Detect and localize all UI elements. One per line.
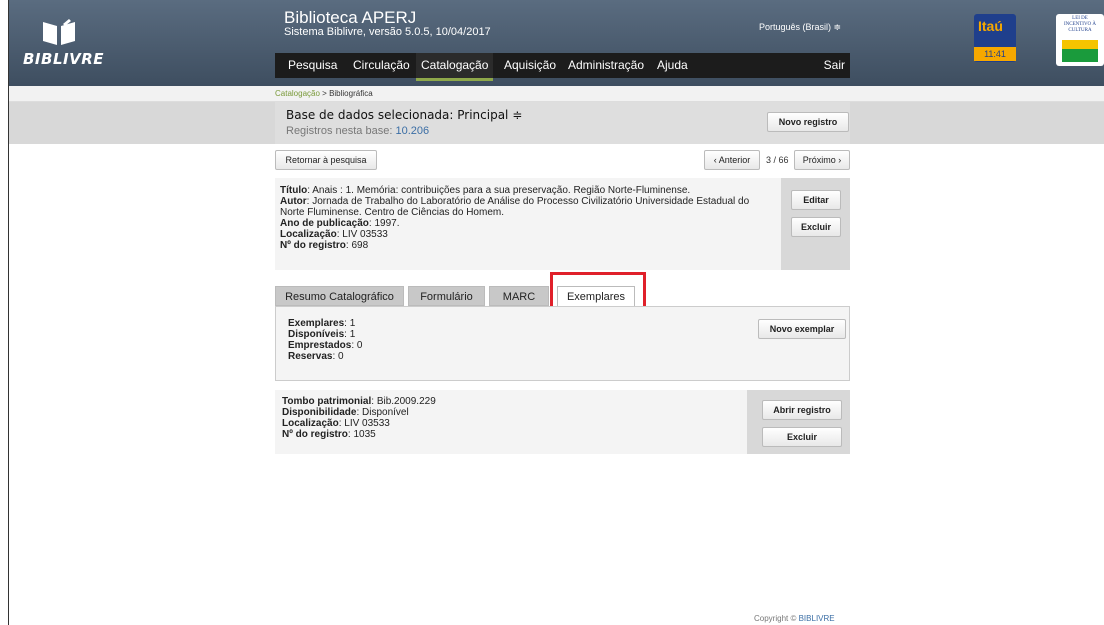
field-label: Autor <box>280 196 307 207</box>
field-label: Exemplares <box>288 318 345 329</box>
breadcrumb-link-catalogacao[interactable]: Catalogação <box>275 89 320 98</box>
tab-marc[interactable]: MARC <box>489 286 549 306</box>
field-value: : 0 <box>351 340 363 351</box>
reserves-line: Reservas: 0 <box>288 351 362 362</box>
field-value: : LIV 03533 <box>338 418 390 429</box>
field-value: : 1 <box>344 329 356 340</box>
field-label: Nº do registro <box>280 240 346 251</box>
summary-details: Exemplares: 1 Disponíveis: 1 Emprestados… <box>288 318 362 362</box>
previous-button[interactable]: ‹ Anterior <box>704 150 760 170</box>
field-label: Disponibilidade <box>282 407 357 418</box>
library-title: Biblioteca APERJ <box>284 8 417 27</box>
field-label: Tombo patrimonial <box>282 396 372 407</box>
record-panel: Título: Anais : 1. Memória: contribuiçõe… <box>275 178 850 270</box>
breadcrumb-current: Bibliográfica <box>329 89 373 98</box>
edit-button[interactable]: Editar <box>791 190 841 210</box>
next-button[interactable]: Próximo › <box>794 150 850 170</box>
biblivre-link[interactable]: BIBLIVRE <box>799 614 835 623</box>
language-select[interactable]: Português (Brasil) ≑ <box>759 22 841 33</box>
open-record-button[interactable]: Abrir registro <box>762 400 842 420</box>
record-title-line: Título: Anais : 1. Memória: contribuiçõe… <box>280 185 775 196</box>
flag-icon <box>1062 40 1098 62</box>
field-value: : LIV 03533 <box>336 229 388 240</box>
app-frame: BIBLIVRE Biblioteca APERJ Sistema Bibliv… <box>8 0 1104 625</box>
field-value: : Jornada de Trabalho do Laboratório de … <box>280 196 750 218</box>
field-label: Emprestados <box>288 340 352 351</box>
copies-summary: Exemplares: 1 Disponíveis: 1 Emprestados… <box>275 306 850 381</box>
main-nav: Pesquisa Circulação Catalogação Aquisiçã… <box>275 53 850 81</box>
nav-item-ajuda[interactable]: Ajuda <box>652 53 693 78</box>
delete-copy-button[interactable]: Excluir <box>762 427 842 447</box>
nav-item-circulacao[interactable]: Circulação <box>348 53 415 78</box>
nav-item-aquisicao[interactable]: Aquisição <box>499 53 561 78</box>
book-logo-icon <box>43 19 75 45</box>
logo-text[interactable]: BIBLIVRE <box>23 50 104 68</box>
field-value: : Anais : 1. Memória: contribuições para… <box>307 185 691 196</box>
field-value: : 698 <box>345 240 369 251</box>
field-value: : 0 <box>332 351 344 362</box>
record-location-line: Localização: LIV 03533 <box>280 229 775 240</box>
field-value: : 1997. <box>368 218 400 229</box>
delete-record-button[interactable]: Excluir <box>791 217 841 237</box>
database-panel: Base de dados selecionada: Principal ≑ R… <box>275 102 850 144</box>
field-value: : 1 <box>344 318 356 329</box>
field-value: : Bib.2009.229 <box>371 396 436 407</box>
field-label: Nº do registro <box>282 429 348 440</box>
record-count: Registros nesta base: 10.206 <box>286 125 429 137</box>
clock: 11:41 <box>974 47 1016 61</box>
field-label: Disponíveis <box>288 329 345 340</box>
tab-formulario[interactable]: Formulário <box>408 286 485 306</box>
field-label: Ano de publicação <box>280 218 369 229</box>
record-regno-line: Nº do registro: 698 <box>280 240 775 251</box>
nav-item-administracao[interactable]: Administração <box>563 53 649 78</box>
copyright-text: Copyright © <box>754 614 797 623</box>
lei-incentivo-text: LEI DE INCENTIVO À CULTURA <box>1063 16 1097 33</box>
copy-details: Tombo patrimonial: Bib.2009.229 Disponib… <box>282 396 436 440</box>
header: BIBLIVRE Biblioteca APERJ Sistema Bibliv… <box>9 0 1104 86</box>
lei-incentivo-logo: LEI DE INCENTIVO À CULTURA <box>1056 14 1104 66</box>
new-record-button[interactable]: Novo registro <box>767 112 849 132</box>
available-line: Disponíveis: 1 <box>288 329 362 340</box>
record-count-value: 10.206 <box>395 125 430 137</box>
pager-position: 3 / 66 <box>766 155 789 165</box>
new-copy-button[interactable]: Novo exemplar <box>758 319 846 339</box>
record-count-label: Registros nesta base: <box>286 125 393 137</box>
field-label: Título <box>280 185 308 196</box>
breadcrumb: Catalogação > Bibliográfica <box>275 89 373 98</box>
database-select[interactable]: Base de dados selecionada: Principal ≑ <box>286 108 522 122</box>
system-version: Sistema Biblivre, versão 5.0.5, 10/04/20… <box>284 26 491 38</box>
copy-regno-line: Nº do registro: 1035 <box>282 429 436 440</box>
tab-resumo-catalografico[interactable]: Resumo Catalográfico <box>275 286 404 306</box>
record-author-line: Autor: Jornada de Trabalho do Laboratóri… <box>280 196 775 218</box>
field-label: Localização <box>282 418 339 429</box>
copy-location-line: Localização: LIV 03533 <box>282 418 436 429</box>
availability-line: Disponibilidade: Disponível <box>282 407 436 418</box>
field-label: Reservas <box>288 351 333 362</box>
field-value: : Disponível <box>356 407 409 418</box>
tombo-line: Tombo patrimonial: Bib.2009.229 <box>282 396 436 407</box>
copy-item: Tombo patrimonial: Bib.2009.229 Disponib… <box>275 390 850 454</box>
nav-item-pesquisa[interactable]: Pesquisa <box>283 53 342 78</box>
field-label: Localização <box>280 229 337 240</box>
loaned-line: Emprestados: 0 <box>288 340 362 351</box>
footer: Copyright © BIBLIVRE <box>754 614 835 623</box>
nav-item-catalogacao[interactable]: Catalogação <box>416 53 494 81</box>
back-to-search-button[interactable]: Retornar à pesquisa <box>275 150 377 170</box>
itau-logo: Itaú <box>978 18 1003 34</box>
copies-line: Exemplares: 1 <box>288 318 362 329</box>
breadcrumb-bar: Catalogação > Bibliográfica <box>9 86 1104 102</box>
field-value: : 1035 <box>347 429 376 440</box>
itau-sponsor: Itaú 11:41 <box>974 14 1016 62</box>
record-year-line: Ano de publicação: 1997. <box>280 218 775 229</box>
database-bar: Base de dados selecionada: Principal ≑ R… <box>9 102 1104 144</box>
record-details: Título: Anais : 1. Memória: contribuiçõe… <box>280 185 775 251</box>
logout-button[interactable]: Sair <box>819 53 850 78</box>
